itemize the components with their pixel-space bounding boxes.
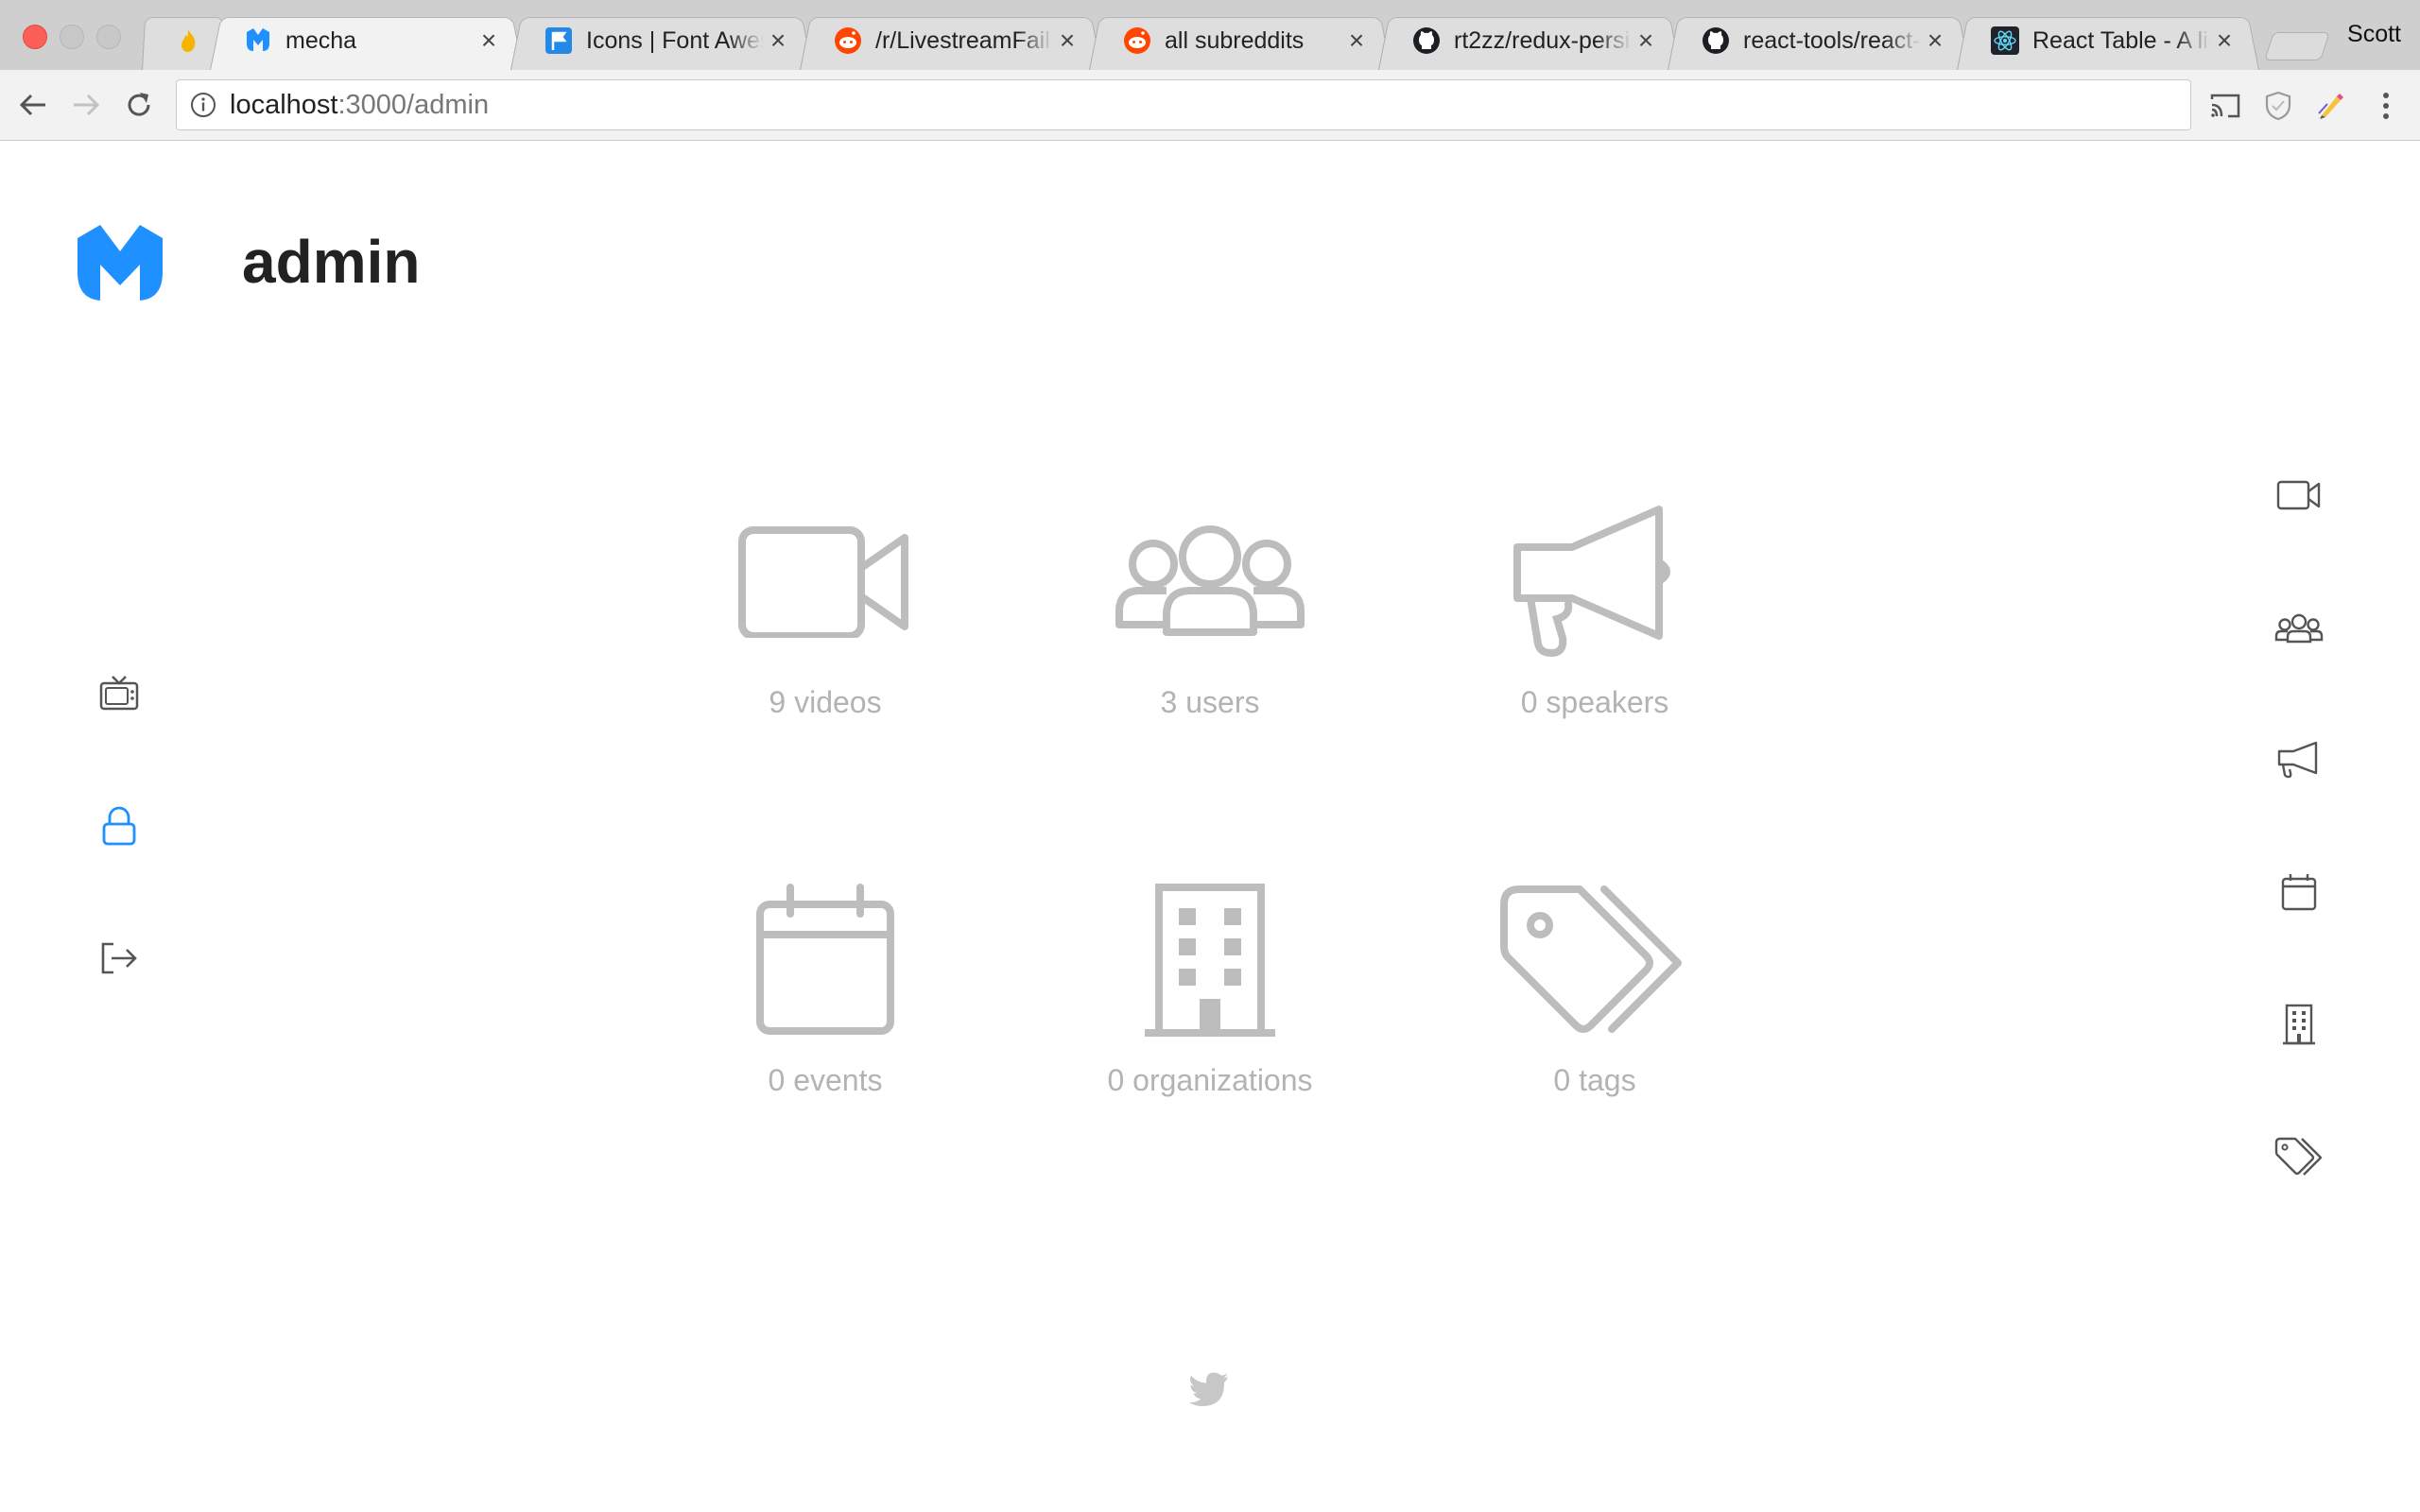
nav-videos-button[interactable] <box>2273 469 2325 522</box>
tab-title: rt2zz/redux-persist <box>1454 26 1632 54</box>
rainbow-pencil-icon <box>2318 94 2343 119</box>
video-icon <box>2276 480 2321 510</box>
new-tab-button[interactable] <box>2264 32 2330 60</box>
tab-close-icon[interactable]: × <box>2210 26 2238 56</box>
tile-label: 0 events <box>768 1063 883 1097</box>
megaphone-icon <box>2277 741 2318 779</box>
tile-events[interactable]: 0 events <box>665 884 986 1167</box>
building-icon <box>2283 1004 2315 1045</box>
tab-title: React Table - A lig <box>2032 26 2210 54</box>
building-icon <box>1145 884 1275 1037</box>
tile-label: 9 videos <box>769 685 882 719</box>
tab-close-icon[interactable]: × <box>475 26 503 56</box>
tab-title: react-tools/react- <box>1743 26 1921 54</box>
tab-close-icon[interactable]: × <box>1342 26 1371 56</box>
profile-name[interactable]: Scott <box>2347 21 2401 48</box>
cast-icon <box>2210 94 2240 118</box>
nav-tv-button[interactable] <box>96 671 142 716</box>
tile-speakers[interactable]: 0 speakers <box>1434 506 1755 789</box>
info-icon[interactable] <box>190 92 216 118</box>
lock-icon <box>102 806 136 846</box>
url-path: :3000/admin <box>337 89 490 120</box>
tab-close-icon[interactable]: × <box>1632 26 1660 56</box>
github-icon <box>1413 27 1440 54</box>
tab-title: /r/LivestreamFail <box>875 26 1050 54</box>
tab-close-icon[interactable]: × <box>1921 26 1949 56</box>
shield-icon <box>2265 91 2291 121</box>
browser-tab[interactable]: rt2zz/redux-persist × <box>1378 11 1681 70</box>
nav-organizations-button[interactable] <box>2273 998 2325 1051</box>
forward-button[interactable] <box>66 85 106 125</box>
tags-icon <box>1500 885 1682 1033</box>
video-icon <box>738 526 908 638</box>
more-vert-icon <box>2383 93 2389 119</box>
tab-title: Icons | Font Awesome <box>586 26 764 54</box>
tab-title: mecha <box>285 26 357 54</box>
tab-close-icon[interactable]: × <box>764 26 792 56</box>
reload-icon <box>128 93 150 116</box>
extension-shield-button[interactable] <box>2259 87 2297 125</box>
tile-label: 3 users <box>1160 685 1260 719</box>
tile-label: 0 tags <box>1553 1063 1636 1097</box>
flag-icon <box>545 27 572 54</box>
browser-toolbar: localhost:3000/admin <box>0 70 2420 141</box>
url-host: localhost <box>230 89 338 120</box>
nav-users-button[interactable] <box>2273 601 2325 654</box>
browser-tab-strip: mecha × Icons | Font Awesome × /r/Livest… <box>0 0 2420 71</box>
nav-admin-lock-button[interactable] <box>96 803 142 849</box>
tab-close-icon[interactable]: × <box>1053 26 1081 56</box>
reload-button[interactable] <box>119 85 159 125</box>
window-minimize-button[interactable] <box>60 25 84 49</box>
tile-users[interactable]: 3 users <box>1049 506 1371 789</box>
reddit-icon <box>835 27 861 54</box>
tags-icon <box>2274 1137 2323 1176</box>
cast-button[interactable] <box>2206 87 2244 125</box>
tile-label: 0 organizations <box>1107 1063 1313 1097</box>
tab-title: all subreddits <box>1165 26 1305 54</box>
mecha-logo-icon <box>247 28 269 51</box>
tile-organizations[interactable]: 0 organizations <box>1049 884 1371 1167</box>
twitter-icon[interactable] <box>1189 1372 1229 1408</box>
nav-tags-button[interactable] <box>2273 1130 2325 1183</box>
browser-tab[interactable]: Icons | Font Awesome × <box>510 11 813 70</box>
window-zoom-button[interactable] <box>96 25 121 49</box>
github-icon <box>1703 27 1729 54</box>
tv-icon <box>99 676 139 711</box>
tile-videos[interactable]: 9 videos <box>665 506 986 789</box>
calendar-icon <box>756 884 894 1035</box>
url-text: localhost:3000/admin <box>230 90 489 121</box>
reddit-icon <box>1124 27 1150 54</box>
back-button[interactable] <box>13 85 53 125</box>
tile-tags[interactable]: 0 tags <box>1434 884 1755 1167</box>
arrow-right-icon <box>74 94 100 116</box>
nav-speakers-button[interactable] <box>2273 733 2325 786</box>
mecha-logo[interactable] <box>76 223 164 302</box>
browser-tab[interactable]: react-tools/react- × <box>1668 11 1970 70</box>
address-bar[interactable]: localhost:3000/admin <box>176 79 2191 130</box>
calendar-icon <box>2281 874 2317 911</box>
browser-menu-button[interactable] <box>2367 87 2405 125</box>
users-icon <box>1115 525 1305 636</box>
react-icon <box>1991 26 2019 55</box>
browser-tab[interactable]: /r/LivestreamFail × <box>800 11 1102 70</box>
sign-out-icon <box>101 942 137 974</box>
flame-icon <box>182 29 196 52</box>
users-icon <box>2274 613 2324 644</box>
browser-tab-active[interactable]: mecha × <box>210 11 524 70</box>
megaphone-icon <box>1513 506 1670 657</box>
browser-tab[interactable]: all subreddits × <box>1089 11 1392 70</box>
arrow-left-icon <box>19 94 45 116</box>
nav-events-button[interactable] <box>2273 866 2325 919</box>
extension-pencil-button[interactable] <box>2312 87 2350 125</box>
nav-sign-out-button[interactable] <box>96 936 142 981</box>
page-title: admin <box>242 228 421 296</box>
browser-tab[interactable]: React Table - A lig × <box>1957 11 2259 70</box>
tile-label: 0 speakers <box>1520 685 1669 719</box>
window-close-button[interactable] <box>23 25 47 49</box>
